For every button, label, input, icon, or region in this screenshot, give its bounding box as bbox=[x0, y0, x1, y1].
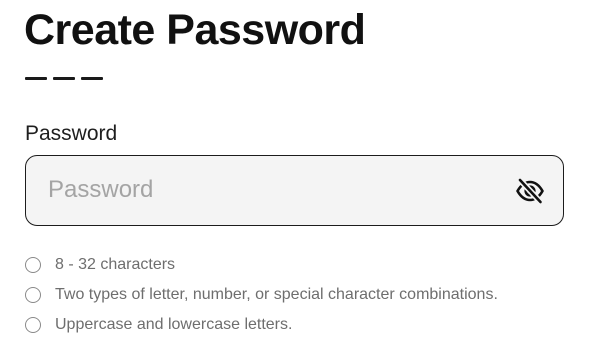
requirement-item: Uppercase and lowercase letters. bbox=[25, 310, 498, 340]
requirement-item: 8 - 32 characters bbox=[25, 250, 498, 280]
eye-off-icon[interactable] bbox=[515, 177, 545, 205]
password-input[interactable] bbox=[48, 156, 488, 224]
underline-dash bbox=[25, 77, 47, 80]
password-label: Password bbox=[25, 122, 118, 145]
requirement-text: Uppercase and lowercase letters. bbox=[55, 316, 293, 333]
requirement-text: 8 - 32 characters bbox=[55, 256, 176, 273]
requirement-status-icon bbox=[25, 317, 41, 333]
title-underline bbox=[25, 77, 103, 80]
requirement-item: Two types of letter, number, or special … bbox=[25, 280, 498, 310]
underline-dash bbox=[53, 77, 75, 80]
password-field bbox=[25, 155, 564, 226]
underline-dash bbox=[81, 77, 103, 80]
requirement-status-icon bbox=[25, 257, 41, 273]
password-requirements: 8 - 32 characters Two types of letter, n… bbox=[25, 250, 498, 340]
requirement-status-icon bbox=[25, 287, 41, 303]
requirement-text: Two types of letter, number, or special … bbox=[55, 286, 498, 303]
page-title: Create Password bbox=[24, 6, 366, 54]
